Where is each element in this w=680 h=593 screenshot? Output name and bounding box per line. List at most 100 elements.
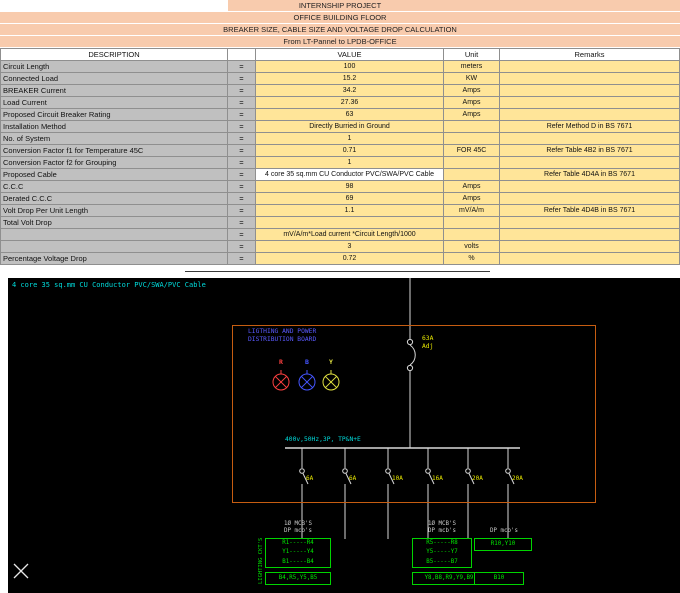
row-remarks-cell[interactable] — [500, 253, 680, 265]
table-row: Connected Load = 15.2 KW — [0, 73, 680, 85]
row-value-cell[interactable]: mV/A/m*Load current *Circuit Length/1000 — [256, 229, 444, 241]
row-eq-cell[interactable]: = — [228, 241, 256, 253]
row-value-cell[interactable]: 63 — [256, 109, 444, 121]
row-description-cell[interactable]: Volt Drop Per Unit Length — [0, 205, 228, 217]
row-remarks-cell[interactable]: Refer Table 4D4A in BS 7671 — [500, 169, 680, 181]
row-unit-cell[interactable]: Amps — [444, 85, 500, 97]
row-unit-cell[interactable] — [444, 121, 500, 133]
title-band-calc: BREAKER SIZE, CABLE SIZE AND VOLTAGE DRO… — [0, 24, 680, 36]
row-description-cell[interactable]: Load Current — [0, 97, 228, 109]
table-row: = 3 volts — [0, 241, 680, 253]
row-eq-cell[interactable]: = — [228, 97, 256, 109]
row-value-cell[interactable]: 98 — [256, 181, 444, 193]
header-value[interactable]: VALUE — [256, 48, 444, 61]
row-remarks-cell[interactable] — [500, 241, 680, 253]
row-remarks-cell[interactable] — [500, 217, 680, 229]
row-remarks-cell[interactable]: Refer Table 4D4B in BS 7671 — [500, 205, 680, 217]
row-description-cell[interactable]: Total Volt Drop — [0, 217, 228, 229]
row-unit-cell[interactable] — [444, 217, 500, 229]
row-eq-cell[interactable]: = — [228, 205, 256, 217]
row-description-cell[interactable]: BREAKER Current — [0, 85, 228, 97]
row-description-cell[interactable]: No. of System — [0, 133, 228, 145]
row-value-cell[interactable]: 27.36 — [256, 97, 444, 109]
row-unit-cell[interactable]: mV/A/m — [444, 205, 500, 217]
row-remarks-cell[interactable] — [500, 109, 680, 121]
row-eq-cell[interactable]: = — [228, 181, 256, 193]
row-unit-cell[interactable]: Amps — [444, 193, 500, 205]
row-description-cell[interactable]: Installation Method — [0, 121, 228, 133]
row-remarks-cell[interactable] — [500, 133, 680, 145]
row-eq-cell[interactable]: = — [228, 217, 256, 229]
row-description-cell[interactable]: C.C.C — [0, 181, 228, 193]
header-eq[interactable] — [228, 48, 256, 61]
row-unit-cell[interactable]: Amps — [444, 109, 500, 121]
header-description[interactable]: DESCRIPTION — [0, 48, 228, 61]
row-description-cell[interactable]: Derated C.C.C — [0, 193, 228, 205]
row-unit-cell[interactable]: KW — [444, 73, 500, 85]
row-remarks-cell[interactable] — [500, 193, 680, 205]
row-eq-cell[interactable]: = — [228, 109, 256, 121]
row-remarks-cell[interactable] — [500, 181, 680, 193]
row-unit-cell[interactable]: % — [444, 253, 500, 265]
row-value-cell[interactable]: 1.1 — [256, 205, 444, 217]
circuit-footer-box-1: B4,R5,Y5,B5 — [265, 572, 331, 585]
row-value-cell[interactable]: 0.72 — [256, 253, 444, 265]
row-unit-cell[interactable]: volts — [444, 241, 500, 253]
row-value-cell[interactable]: 34.2 — [256, 85, 444, 97]
row-description-cell[interactable]: Connected Load — [0, 73, 228, 85]
row-value-cell[interactable]: 3 — [256, 241, 444, 253]
row-description-cell[interactable]: Circuit Length — [0, 61, 228, 73]
table-row: Conversion Factor f1 for Temperature 45C… — [0, 145, 680, 157]
row-remarks-cell[interactable] — [500, 73, 680, 85]
row-unit-cell[interactable]: meters — [444, 61, 500, 73]
circuit-ids: Y5-----Y7 — [426, 549, 458, 556]
row-value-cell[interactable]: Directly Burried in Ground — [256, 121, 444, 133]
row-eq-cell[interactable]: = — [228, 61, 256, 73]
row-eq-cell[interactable]: = — [228, 253, 256, 265]
row-eq-cell[interactable]: = — [228, 121, 256, 133]
row-eq-cell[interactable]: = — [228, 229, 256, 241]
row-description-cell[interactable]: Percentage Voltage Drop — [0, 253, 228, 265]
row-remarks-cell[interactable] — [500, 61, 680, 73]
row-value-cell[interactable]: 4 core 35 sq.mm CU Conductor PVC/SWA/PVC… — [256, 169, 444, 181]
row-eq-cell[interactable]: = — [228, 133, 256, 145]
row-eq-cell[interactable]: = — [228, 73, 256, 85]
header-unit[interactable]: Unit — [444, 48, 500, 61]
row-unit-cell[interactable]: Amps — [444, 97, 500, 109]
row-value-cell[interactable]: 15.2 — [256, 73, 444, 85]
row-unit-cell[interactable] — [444, 157, 500, 169]
row-remarks-cell[interactable] — [500, 157, 680, 169]
header-remarks[interactable]: Remarks — [500, 48, 680, 61]
row-description-cell[interactable]: Conversion Factor f2 for Grouping — [0, 157, 228, 169]
row-eq-cell[interactable]: = — [228, 145, 256, 157]
row-unit-cell[interactable] — [444, 169, 500, 181]
row-eq-cell[interactable]: = — [228, 193, 256, 205]
row-remarks-cell[interactable] — [500, 85, 680, 97]
row-remarks-cell[interactable]: Refer Method D in BS 7671 — [500, 121, 680, 133]
row-eq-cell[interactable]: = — [228, 157, 256, 169]
row-value-cell[interactable]: 1 — [256, 133, 444, 145]
row-unit-cell[interactable]: Amps — [444, 181, 500, 193]
row-description-cell[interactable]: Proposed Circuit Breaker Rating — [0, 109, 228, 121]
row-remarks-cell[interactable]: Refer Table 4B2 in BS 7671 — [500, 145, 680, 157]
row-remarks-cell[interactable] — [500, 97, 680, 109]
row-value-cell[interactable]: 69 — [256, 193, 444, 205]
group-header-1-line1: 1Ø MCB'S — [284, 521, 312, 527]
row-value-cell[interactable]: 1 — [256, 157, 444, 169]
row-description-cell[interactable]: Proposed Cable — [0, 169, 228, 181]
row-description-cell[interactable]: Conversion Factor f1 for Temperature 45C — [0, 145, 228, 157]
row-eq-cell[interactable]: = — [228, 85, 256, 97]
row-value-cell[interactable] — [256, 217, 444, 229]
row-description-cell[interactable] — [0, 241, 228, 253]
cad-viewport[interactable]: 4 core 35 sq.mm CU Conductor PVC/SWA/PVC… — [8, 278, 680, 593]
row-unit-cell[interactable] — [444, 133, 500, 145]
row-unit-cell[interactable] — [444, 229, 500, 241]
table-row: BREAKER Current = 34.2 Amps — [0, 85, 680, 97]
row-remarks-cell[interactable] — [500, 229, 680, 241]
row-unit-cell[interactable]: FOR 45C — [444, 145, 500, 157]
row-description-cell[interactable] — [0, 229, 228, 241]
row-value-cell[interactable]: 100 — [256, 61, 444, 73]
row-value-cell[interactable]: 0.71 — [256, 145, 444, 157]
row-eq-cell[interactable]: = — [228, 169, 256, 181]
circuit-group-box-1: R1-----R4 Y1-----Y4 B1-----B4 — [265, 538, 331, 568]
